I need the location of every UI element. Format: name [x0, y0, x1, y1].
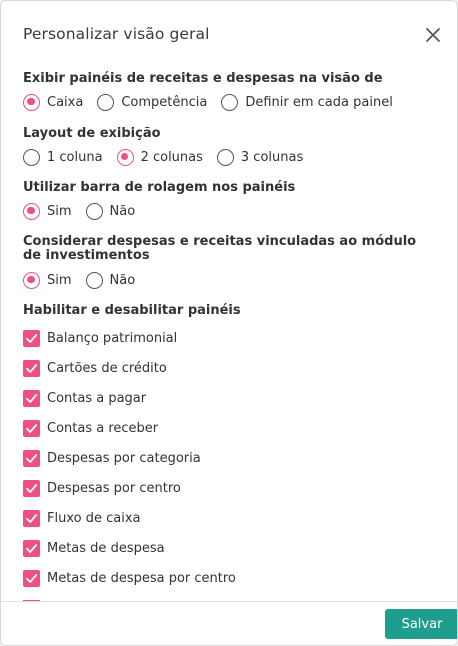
checkbox[interactable]	[23, 419, 40, 437]
radio-option-sim[interactable]: Sim	[23, 202, 72, 220]
radio-option-sim[interactable]: Sim	[23, 271, 72, 289]
radio-label: Sim	[47, 272, 72, 288]
radio-group-layout: 1 coluna 2 colunas 3 colunas	[23, 148, 317, 166]
radio-label: Caixa	[47, 94, 84, 110]
radio-button[interactable]	[85, 271, 103, 289]
checkbox-item[interactable]: Metas de despesa	[23, 539, 165, 557]
checkbox-label: Metas de despesa por centro	[47, 570, 236, 586]
section-title-layout: Layout de exibição	[23, 126, 161, 141]
radio-option-competencia[interactable]: Competência	[97, 93, 208, 111]
dialog-header: Personalizar visão geral	[1, 1, 457, 63]
radio-label: Sim	[47, 203, 72, 219]
checkbox-item[interactable]: Despesas por categoria	[23, 449, 201, 467]
customize-overview-dialog: Personalizar visão geral Exibir painéis …	[0, 0, 458, 646]
radio-button[interactable]	[216, 148, 234, 166]
radio-option-definir-em-cada-painel[interactable]: Definir em cada painel	[221, 93, 393, 111]
checkbox-label: Balanço patrimonial	[47, 330, 178, 346]
checkbox[interactable]	[23, 569, 40, 587]
radio-option-1-coluna[interactable]: 1 coluna	[23, 148, 103, 166]
section-title-regime: Exibir painéis de receitas e despesas na…	[23, 71, 383, 86]
checkbox-label: Metas de despesa	[47, 540, 165, 556]
checkbox-item[interactable]: Balanço patrimonial	[23, 329, 177, 347]
checkbox-label: Despesas por categoria	[47, 450, 201, 466]
checkbox-label: Despesas por centro	[47, 480, 181, 496]
radio-label: Não	[109, 203, 136, 219]
checkbox-item[interactable]: Metas de despesa por centro	[23, 569, 236, 587]
checkbox[interactable]	[23, 329, 40, 347]
checkbox[interactable]	[23, 539, 40, 557]
section-title-panels: Habilitar e desabilitar painéis	[23, 303, 241, 318]
dialog-body: Exibir painéis de receitas e despesas na…	[1, 63, 457, 601]
radio-label: Não	[109, 272, 136, 288]
checkbox-label: Fluxo de caixa	[47, 510, 141, 526]
checkbox-item[interactable]: Fluxo de caixa	[23, 509, 140, 527]
radio-label: 1 coluna	[47, 149, 103, 165]
checkbox-label: Contas a receber	[47, 420, 159, 436]
checkbox[interactable]	[23, 389, 40, 407]
radio-option-3-colunas[interactable]: 3 colunas	[216, 148, 304, 166]
radio-button[interactable]	[23, 202, 40, 220]
checkbox[interactable]	[23, 449, 40, 467]
radio-option-caixa[interactable]: Caixa	[23, 93, 84, 111]
radio-option-nao[interactable]: Não	[85, 202, 136, 220]
radio-button[interactable]	[116, 148, 134, 166]
radio-button[interactable]	[23, 148, 40, 166]
dialog-footer: Salvar	[1, 601, 457, 645]
checkbox[interactable]	[23, 359, 40, 377]
radio-button[interactable]	[85, 202, 103, 220]
radio-label: 2 colunas	[140, 149, 203, 165]
radio-group-investments: Sim Não	[23, 271, 149, 289]
dialog-title: Personalizar visão geral	[23, 25, 210, 43]
radio-label: 3 colunas	[240, 149, 304, 165]
checkbox-item[interactable]: Cartões de crédito	[23, 359, 167, 377]
radio-button[interactable]	[23, 93, 40, 111]
radio-label: Definir em cada painel	[245, 94, 393, 110]
checkbox[interactable]	[23, 509, 40, 527]
radio-button[interactable]	[221, 93, 239, 111]
close-icon[interactable]	[424, 26, 442, 44]
radio-option-nao[interactable]: Não	[85, 271, 136, 289]
radio-option-2-colunas[interactable]: 2 colunas	[116, 148, 203, 166]
checkbox-label: Contas a pagar	[47, 390, 147, 406]
radio-button[interactable]	[23, 271, 40, 289]
checkbox-item[interactable]: Contas a receber	[23, 419, 158, 437]
radio-button[interactable]	[97, 93, 115, 111]
section-title-investments: Considerar despesas e receitas vinculada…	[23, 234, 417, 263]
section-title-scroll: Utilizar barra de rolagem nos painéis	[23, 180, 296, 195]
checkbox-item[interactable]: Despesas por centro	[23, 479, 181, 497]
radio-label: Competência	[121, 94, 208, 110]
radio-group-regime: Caixa Competência Definir em cada painel	[23, 93, 407, 111]
radio-group-scroll: Sim Não	[23, 202, 149, 220]
save-button[interactable]: Salvar	[385, 609, 457, 639]
checkbox[interactable]	[23, 479, 40, 497]
checkbox-item[interactable]: Contas a pagar	[23, 389, 146, 407]
checkbox-label: Cartões de crédito	[47, 360, 167, 376]
